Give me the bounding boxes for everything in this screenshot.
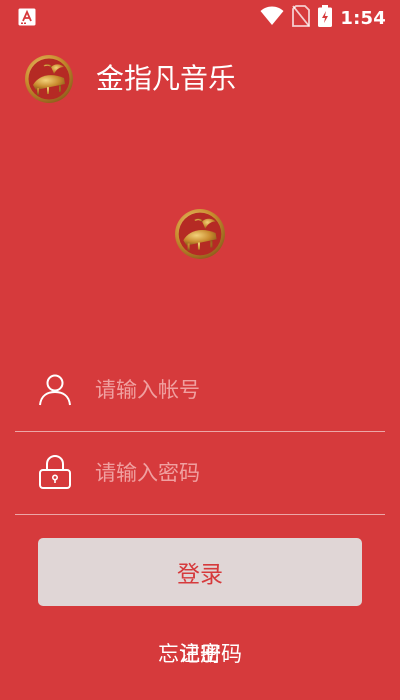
account-field-row bbox=[15, 351, 385, 432]
piano-logo-icon bbox=[24, 54, 74, 104]
status-bar: 1:54 bbox=[0, 0, 400, 36]
account-input[interactable] bbox=[95, 371, 365, 409]
status-icons: 1:54 bbox=[260, 5, 386, 31]
battery-charging-icon bbox=[318, 5, 333, 31]
app-title: 金指凡音乐 bbox=[96, 62, 237, 95]
wifi-icon bbox=[260, 6, 284, 30]
piano-logo-icon bbox=[174, 208, 226, 260]
login-button[interactable]: 登录 bbox=[38, 538, 362, 606]
register-link[interactable]: 注册 bbox=[0, 636, 400, 672]
a-letter-notification-icon bbox=[18, 8, 36, 26]
no-sim-icon bbox=[292, 5, 311, 31]
password-field-row bbox=[15, 434, 385, 515]
user-icon bbox=[37, 371, 73, 407]
app-header: 金指凡音乐 bbox=[0, 48, 400, 108]
status-time: 1:54 bbox=[340, 7, 386, 29]
password-input[interactable] bbox=[95, 454, 365, 492]
lock-icon bbox=[37, 454, 73, 490]
bottom-links: 忘记密码 注册 bbox=[0, 636, 400, 672]
